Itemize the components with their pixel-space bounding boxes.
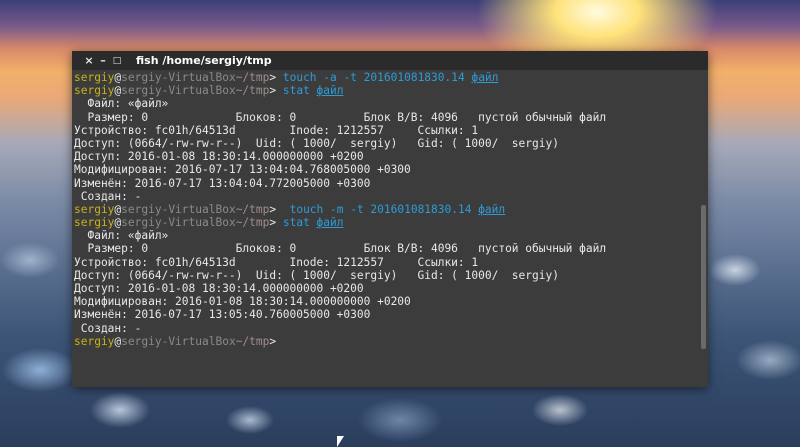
prompt-user: sergiy xyxy=(74,84,115,98)
output-line: Изменён: 2016-07-17 13:04:04.772005000 +… xyxy=(74,176,371,190)
output-line: Файл: «файл» xyxy=(74,97,169,111)
prompt-path: ~/tmp xyxy=(235,71,270,84)
terminal-output[interactable]: sergiy@sergiy-VirtualBox~/tmp> touch -a … xyxy=(74,70,698,387)
prompt-symbol: > xyxy=(269,216,283,230)
prompt-line: sergiy@sergiy-VirtualBox~/tmp> touch -a … xyxy=(74,71,698,84)
prompt-user: sergiy xyxy=(74,334,115,348)
title-bar[interactable]: × – □ fish /home/sergiy/tmp xyxy=(72,51,708,70)
prompt-user: sergiy xyxy=(74,202,115,216)
output-line: Устройство: fc01h/64513d Inode: 1212557 … xyxy=(74,123,479,137)
prompt-user: sergiy xyxy=(74,216,115,230)
prompt-host: sergiy-VirtualBox xyxy=(121,202,236,216)
prompt-line: sergiy@sergiy-VirtualBox~/tmp> xyxy=(74,335,698,348)
prompt-user: sergiy xyxy=(74,71,115,84)
command-argument[interactable]: файл xyxy=(317,84,344,97)
output-line: Доступ: 2016-01-08 18:30:14.000000000 +0… xyxy=(74,150,364,164)
prompt-host: sergiy-VirtualBox xyxy=(121,216,236,230)
output-line: Файл: «файл» xyxy=(74,229,169,243)
prompt-host: sergiy-VirtualBox xyxy=(121,334,236,348)
command-text: touch -a -t 201601081830.14 xyxy=(282,71,472,84)
close-button[interactable]: × xyxy=(82,54,96,67)
output-line: Изменён: 2016-07-17 13:05:40.760005000 +… xyxy=(74,308,371,322)
command-argument[interactable]: файл xyxy=(471,71,498,84)
scrollbar[interactable] xyxy=(701,205,706,349)
command-argument[interactable]: файл xyxy=(478,203,505,216)
prompt-line: sergiy@sergiy-VirtualBox~/tmp> stat файл xyxy=(74,216,698,229)
command-text: stat xyxy=(282,216,317,230)
output-line: Модифицирован: 2016-07-17 13:04:04.76800… xyxy=(74,163,411,177)
output-line: Модифицирован: 2016-01-08 18:30:14.00000… xyxy=(74,295,411,309)
mouse-pointer-icon xyxy=(337,436,344,447)
prompt-line: sergiy@sergiy-VirtualBox~/tmp> touch -m … xyxy=(74,203,698,216)
prompt-path: ~/tmp xyxy=(235,334,270,348)
prompt-path: ~/tmp xyxy=(235,216,270,230)
output-line: Создан: - xyxy=(74,189,142,203)
output-line: Размер: 0 Блоков: 0 Блок В/В: 4096 пусто… xyxy=(74,110,607,124)
command-text: touch -m -t 201601081830.14 xyxy=(282,202,479,216)
output-line: Доступ: (0664/-rw-rw-r--) Uid: ( 1000/ s… xyxy=(74,268,559,282)
minimize-button[interactable]: – xyxy=(96,54,110,67)
output-line: Размер: 0 Блоков: 0 Блок В/В: 4096 пусто… xyxy=(74,242,607,256)
output-line: Устройство: fc01h/64513d Inode: 1212557 … xyxy=(74,255,479,269)
prompt-host: sergiy-VirtualBox xyxy=(121,84,236,98)
maximize-button[interactable]: □ xyxy=(110,56,124,66)
prompt-symbol: > xyxy=(269,71,283,84)
prompt-symbol: > xyxy=(269,84,283,98)
prompt-line: sergiy@sergiy-VirtualBox~/tmp> stat файл xyxy=(74,84,698,97)
prompt-symbol: > xyxy=(269,202,283,216)
output-line: Создан: - xyxy=(74,321,142,335)
output-line: Доступ: 2016-01-08 18:30:14.000000000 +0… xyxy=(74,282,364,295)
prompt-symbol: > xyxy=(269,334,283,348)
prompt-host: sergiy-VirtualBox xyxy=(121,71,236,84)
output-line: Доступ: (0664/-rw-rw-r--) Uid: ( 1000/ s… xyxy=(74,136,559,150)
command-text: stat xyxy=(282,84,317,98)
prompt-path: ~/tmp xyxy=(235,84,270,98)
prompt-path: ~/tmp xyxy=(235,202,270,216)
command-argument[interactable]: файл xyxy=(317,216,344,229)
terminal-window[interactable]: × – □ fish /home/sergiy/tmp sergiy@sergi… xyxy=(72,51,708,387)
window-title: fish /home/sergiy/tmp xyxy=(136,54,272,67)
